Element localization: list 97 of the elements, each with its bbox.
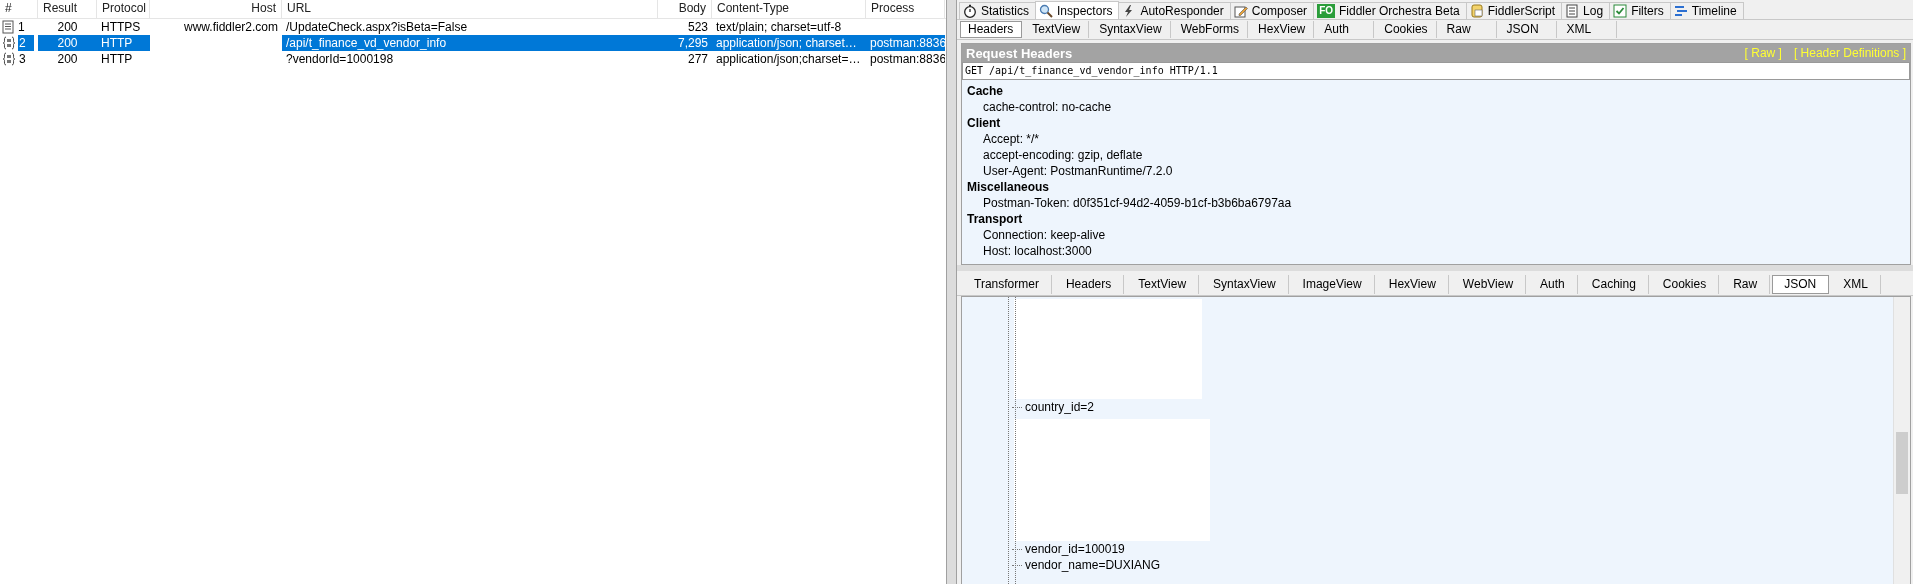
response-tab[interactable]: Auth: [1528, 275, 1578, 294]
table-cell[interactable]: 277: [658, 51, 712, 67]
table-cell[interactable]: /api/t_finance_vd_vendor_info: [282, 35, 658, 51]
inspector-tab[interactable]: Timeline: [1669, 2, 1744, 19]
scrollbar[interactable]: [1893, 297, 1910, 584]
inspector-tab[interactable]: Log: [1561, 2, 1611, 19]
inspector-tab[interactable]: Statistics: [959, 2, 1036, 19]
column-header[interactable]: Protocol: [97, 0, 150, 18]
tab-label: Inspectors: [1057, 3, 1113, 18]
pencil-icon: [1233, 4, 1248, 18]
table-cell[interactable]: 200: [38, 51, 97, 67]
inspector-tab[interactable]: Filters: [1609, 2, 1671, 19]
table-cell[interactable]: ?vendorId=1000198: [282, 51, 658, 67]
request-tab[interactable]: TextView: [1024, 21, 1090, 38]
response-tab[interactable]: WebView: [1450, 275, 1527, 294]
tab-label: Statistics: [981, 4, 1029, 18]
column-header[interactable]: Host: [150, 0, 282, 18]
table-cell[interactable]: postman:8836: [866, 35, 945, 51]
response-tab[interactable]: JSON: [1772, 275, 1830, 294]
header-line: User-Agent: PostmanRuntime/7.2.0: [982, 163, 1173, 179]
table-cell[interactable]: HTTP: [97, 35, 150, 51]
tab-label: FiddlerScript: [1487, 4, 1556, 18]
inspector-tab[interactable]: FiddlerScript: [1465, 2, 1563, 19]
header-line: Accept: */*: [982, 131, 1040, 147]
table-cell[interactable]: /UpdateCheck.aspx?isBeta=False: [282, 19, 658, 35]
request-tab[interactable]: SyntaxView: [1091, 21, 1171, 38]
table-cell[interactable]: text/plain; charset=utf-8: [712, 19, 866, 35]
request-tab[interactable]: JSON: [1498, 21, 1557, 38]
inspector-tab[interactable]: Composer: [1229, 2, 1315, 19]
header-line: Host: localhost:3000: [982, 243, 1092, 259]
column-header[interactable]: Process: [866, 0, 945, 18]
inspector-tab[interactable]: Inspectors: [1035, 1, 1120, 19]
checkbox-icon: [1613, 4, 1628, 18]
orchestra-badge: FO: [1317, 4, 1335, 18]
table-cell[interactable]: 200: [38, 35, 97, 51]
response-tab[interactable]: Raw: [1721, 275, 1771, 294]
search-icon: [1039, 3, 1053, 18]
column-header[interactable]: Result: [38, 0, 97, 18]
response-tab[interactable]: TextView: [1126, 275, 1200, 294]
table-cell[interactable]: application/json;charset=…: [712, 51, 866, 67]
document-icon: [1565, 4, 1580, 18]
table-cell[interactable]: 523: [658, 19, 712, 35]
header-group: Transport: [962, 211, 1023, 227]
timeline-icon: [1673, 4, 1688, 18]
header-line: cache-control: no-cache: [982, 99, 1112, 115]
request-tab[interactable]: Auth: [1316, 21, 1375, 38]
braces-icon: [2, 52, 16, 66]
tab-label: Timeline: [1691, 4, 1737, 18]
column-header[interactable]: Body: [658, 0, 712, 18]
tab-label: Log: [1583, 4, 1604, 18]
tab-label: Fiddler Orchestra Beta: [1339, 4, 1460, 18]
response-tab[interactable]: XML: [1831, 275, 1881, 294]
inspector-tab[interactable]: AutoResponder: [1118, 2, 1231, 19]
response-tab[interactable]: Headers: [1053, 275, 1125, 294]
response-tab[interactable]: Cookies: [1650, 275, 1720, 294]
response-tab[interactable]: HexView: [1376, 275, 1449, 294]
panel-title: Request Headers: [966, 45, 1073, 61]
header-line: Connection: keep-alive: [982, 227, 1106, 243]
table-cell[interactable]: 200: [38, 19, 97, 35]
table-cell[interactable]: 7,295: [658, 35, 712, 51]
tab-label: AutoResponder: [1140, 4, 1224, 18]
header-line: Postman-Token: d0f351cf-94d2-4059-b1cf-b3b6ba6797aa: [982, 195, 1292, 211]
stopwatch-icon: [963, 4, 977, 18]
table-cell[interactable]: www.fiddler2.com: [150, 19, 282, 35]
inspector-tab[interactable]: FO Fiddler Orchestra Beta: [1313, 2, 1467, 19]
header-group: Cache: [962, 83, 1004, 99]
tree-node[interactable]: vendor_name=DUXIANG: [1025, 558, 1161, 572]
column-header[interactable]: Content-Type: [712, 0, 866, 18]
request-tab[interactable]: Raw: [1438, 21, 1497, 38]
response-tab[interactable]: SyntaxView: [1201, 275, 1289, 294]
table-cell[interactable]: 2: [18, 35, 34, 51]
request-tab[interactable]: Cookies: [1376, 21, 1437, 38]
tree-node[interactable]: vendor_id=100019: [1025, 542, 1125, 556]
response-tab[interactable]: ImageView: [1290, 275, 1375, 294]
table-cell[interactable]: application/json; charset…: [712, 35, 866, 51]
column-header[interactable]: #: [0, 0, 38, 18]
request-tab[interactable]: Headers: [960, 21, 1023, 38]
tab-label: Filters: [1631, 4, 1664, 18]
table-cell[interactable]: 3: [18, 51, 34, 67]
request-tab[interactable]: XML: [1558, 21, 1617, 38]
request-tab[interactable]: HexView: [1250, 21, 1315, 38]
column-header[interactable]: URL: [282, 0, 658, 18]
table-cell[interactable]: 1: [17, 19, 34, 35]
scroll-icon: [1469, 4, 1484, 18]
tree-node[interactable]: country_id=2: [1025, 400, 1095, 414]
tab-label: Composer: [1251, 4, 1308, 18]
table-cell[interactable]: postman:8836: [866, 51, 945, 67]
response-tab[interactable]: Transformer: [962, 275, 1052, 294]
table-cell[interactable]: HTTP: [97, 51, 150, 67]
request-tab[interactable]: WebForms: [1172, 21, 1249, 38]
header-group: Miscellaneous: [962, 179, 1050, 195]
header-group: Client: [962, 115, 1001, 131]
header-line: accept-encoding: gzip, deflate: [982, 147, 1143, 163]
table-cell[interactable]: HTTPS: [97, 19, 150, 35]
braces-icon: [2, 36, 16, 50]
response-tab[interactable]: Caching: [1579, 275, 1649, 294]
splitter[interactable]: [947, 0, 957, 584]
